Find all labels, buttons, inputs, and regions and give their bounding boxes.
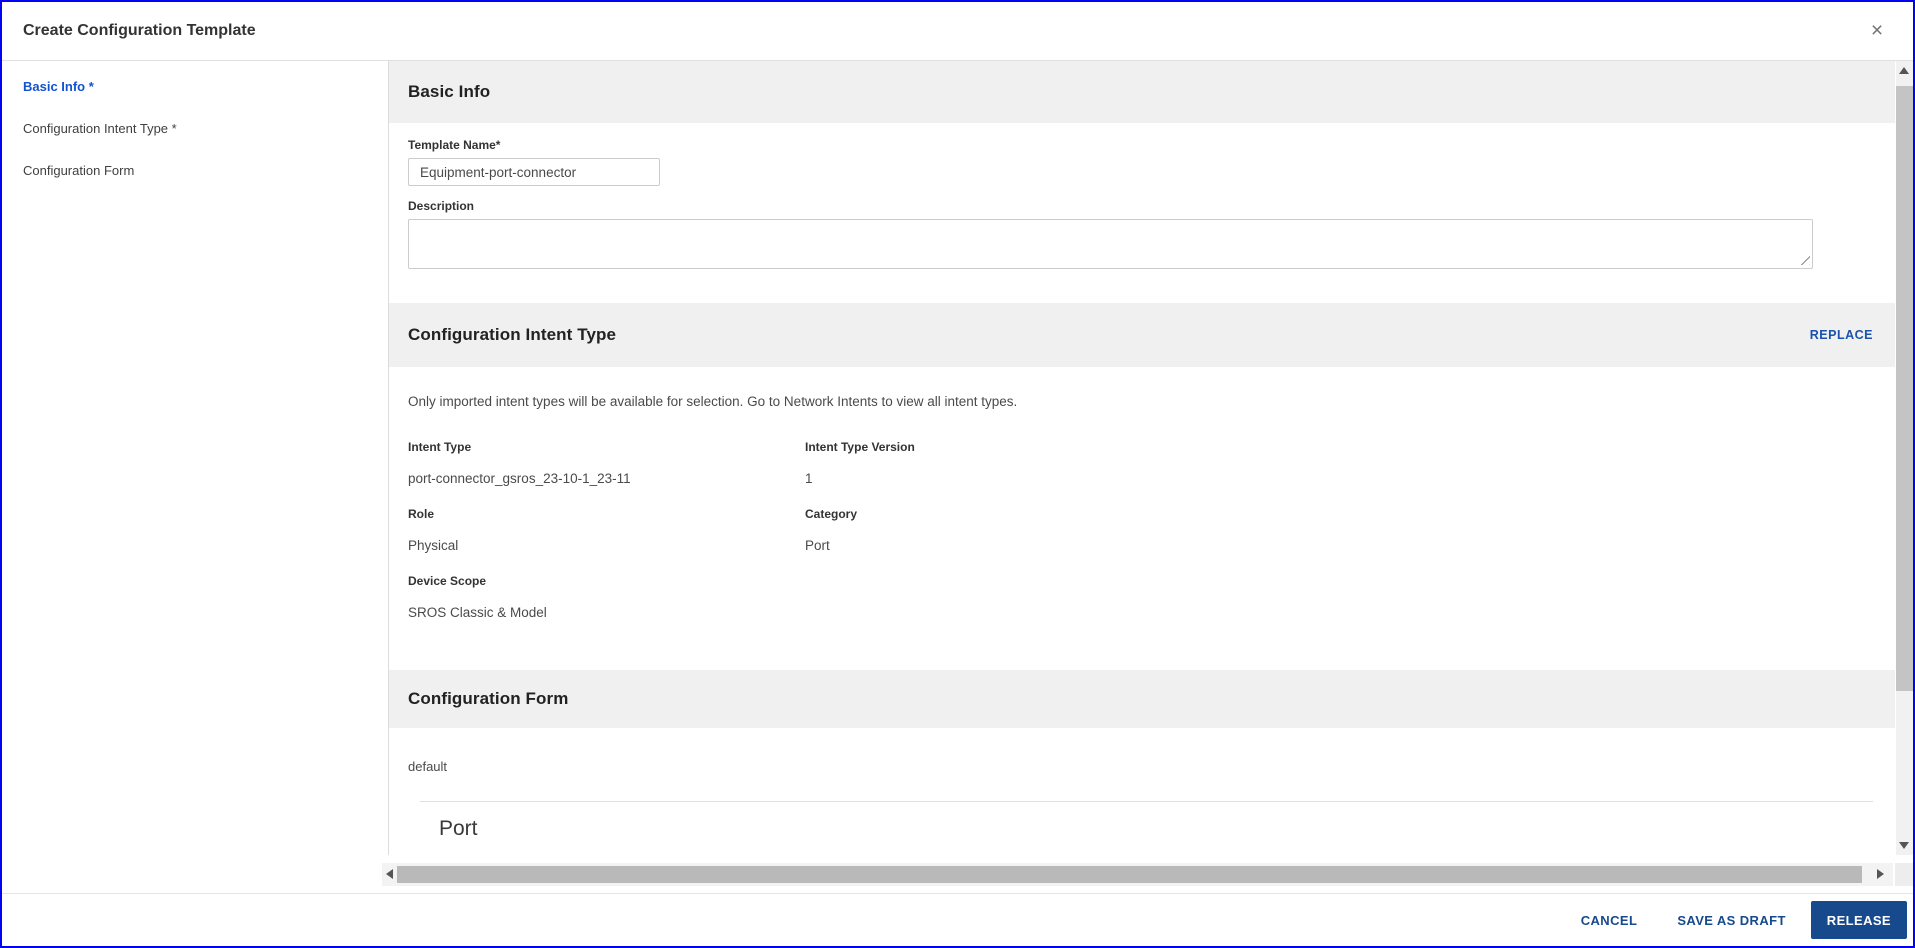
- intent-type-version-label: Intent Type Version: [805, 440, 915, 454]
- basic-info-section-title: Basic Info: [408, 82, 491, 101]
- configuration-form-section-header: Configuration Form: [389, 670, 1895, 728]
- scroll-left-arrow-icon[interactable]: [386, 869, 393, 879]
- intent-type-field-grid: Intent Type port-connector_gsros_23-10-1…: [408, 440, 1895, 620]
- configuration-form-section-title: Configuration Form: [408, 689, 569, 708]
- category-value: Port: [805, 538, 830, 553]
- template-name-input[interactable]: [408, 158, 660, 186]
- scroll-right-arrow-icon[interactable]: [1877, 869, 1884, 879]
- create-configuration-template-dialog: Create Configuration Template × Basic In…: [2, 2, 1913, 946]
- vertical-scrollbar-thumb[interactable]: [1896, 86, 1913, 691]
- description-field-wrap: [408, 219, 1813, 269]
- vertical-scrollbar[interactable]: [1896, 61, 1913, 855]
- intent-type-label: Intent Type: [408, 440, 472, 454]
- role-label: Role: [408, 507, 435, 521]
- sidebar-item-configuration-form[interactable]: Configuration Form: [2, 150, 388, 192]
- basic-info-section-header: Basic Info: [389, 61, 1895, 123]
- intent-type-version-field: Intent Type Version 1: [805, 440, 1895, 486]
- role-value: Physical: [408, 538, 459, 553]
- role-field: Role Physical: [408, 507, 805, 553]
- category-label: Category: [805, 507, 858, 521]
- scrollbar-corner: [1895, 863, 1913, 886]
- replace-button[interactable]: REPLACE: [1810, 328, 1873, 342]
- device-scope-field: Device Scope SROS Classic & Model: [408, 574, 805, 620]
- intent-type-section-title: Configuration Intent Type: [408, 325, 617, 344]
- sidebar-item-basic-info[interactable]: Basic Info *: [2, 66, 388, 108]
- step-sidebar: Basic Info * Configuration Intent Type *…: [2, 61, 388, 892]
- dialog-footer: CANCEL SAVE AS DRAFT RELEASE: [2, 893, 1913, 946]
- basic-info-form: Template Name* Description: [389, 123, 1895, 303]
- configuration-form-body: default Port: [389, 728, 1895, 841]
- cancel-button[interactable]: CANCEL: [1581, 913, 1638, 928]
- category-field: Category Port: [805, 507, 1895, 553]
- dialog-content: Basic Info Template Name* Description Co…: [389, 61, 1895, 853]
- description-label: Description: [408, 199, 475, 213]
- intent-type-info-text: Only imported intent types will be avail…: [408, 394, 1018, 409]
- sidebar-item-configuration-intent-type[interactable]: Configuration Intent Type *: [2, 108, 388, 150]
- device-scope-value: SROS Classic & Model: [408, 605, 547, 620]
- horizontal-scrollbar-thumb[interactable]: [397, 866, 1862, 883]
- scroll-down-arrow-icon[interactable]: [1899, 842, 1909, 849]
- dialog-titlebar: Create Configuration Template ×: [2, 2, 1913, 61]
- form-panel-divider: [420, 801, 1873, 802]
- form-port-heading: Port: [439, 817, 478, 840]
- intent-type-value: port-connector_gsros_23-10-1_23-11: [408, 471, 631, 486]
- close-icon[interactable]: ×: [1863, 17, 1891, 45]
- template-name-label: Template Name*: [408, 138, 501, 152]
- save-as-draft-button[interactable]: SAVE AS DRAFT: [1677, 913, 1785, 928]
- intent-type-version-value: 1: [805, 471, 813, 486]
- scroll-up-arrow-icon[interactable]: [1899, 67, 1909, 74]
- form-version-default: default: [408, 759, 448, 774]
- device-scope-label: Device Scope: [408, 574, 487, 588]
- intent-type-section-header: Configuration Intent Type REPLACE: [389, 303, 1895, 367]
- intent-type-details: Only imported intent types will be avail…: [389, 367, 1895, 670]
- horizontal-scrollbar[interactable]: [382, 863, 1893, 886]
- description-textarea[interactable]: [408, 219, 1813, 269]
- intent-type-field: Intent Type port-connector_gsros_23-10-1…: [408, 440, 805, 486]
- release-button[interactable]: RELEASE: [1810, 901, 1907, 939]
- dialog-title: Create Configuration Template: [23, 22, 256, 39]
